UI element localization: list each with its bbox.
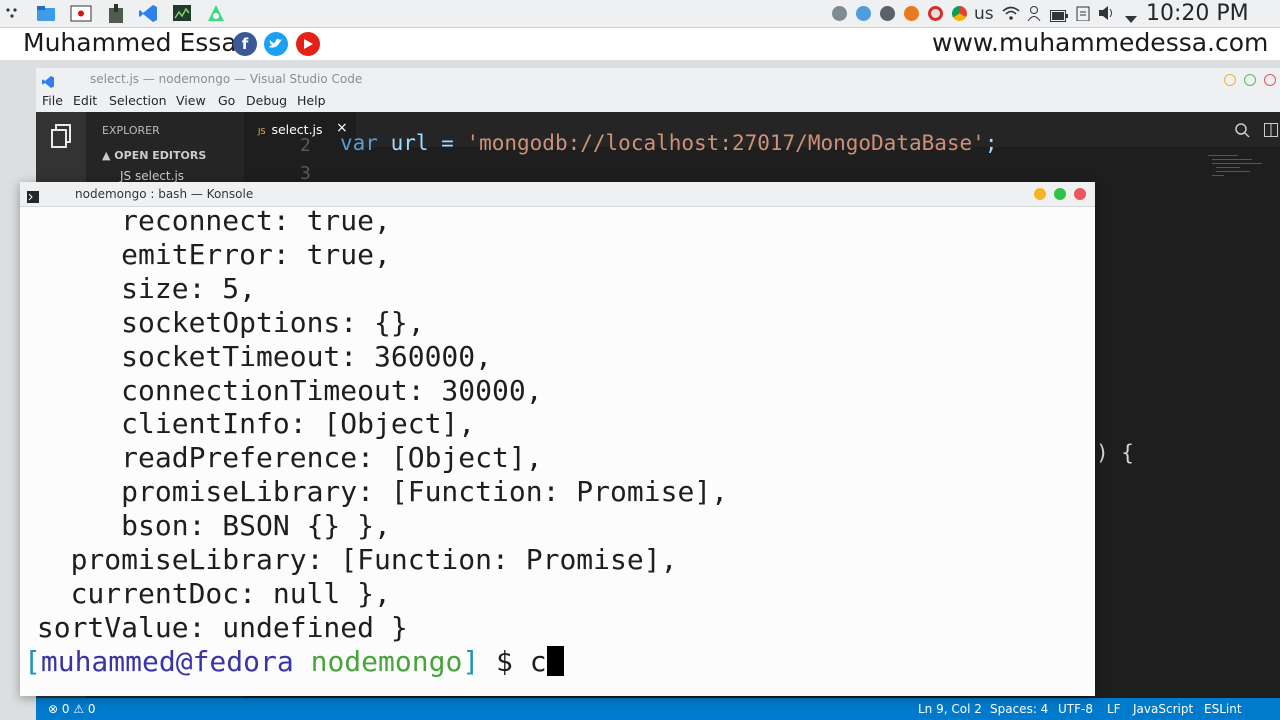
terminal-line: currentDoc: null }, <box>20 576 391 610</box>
prompt-directory: nodemongo <box>310 644 463 678</box>
konsole-window-title: nodemongo : bash — Konsole <box>75 187 254 201</box>
volume-icon[interactable] <box>1098 5 1116 25</box>
clock[interactable]: 10:20 PM <box>1146 1 1249 26</box>
explorer-files-icon[interactable] <box>50 124 72 152</box>
encoding-indicator[interactable]: UTF-8 <box>1058 702 1093 716</box>
chrome-tray-icon[interactable] <box>952 6 967 21</box>
screen-recorder-icon[interactable] <box>70 4 92 23</box>
prompt-user: muhammed@fedora <box>40 644 294 678</box>
menu-selection[interactable]: Selection <box>109 93 167 108</box>
konsole-window: nodemongo : bash — Konsole reconnect: tr… <box>20 182 1095 696</box>
menu-help[interactable]: Help <box>297 93 326 108</box>
terminal-line: connectionTimeout: 30000, <box>20 373 543 407</box>
cursor-position[interactable]: Ln 9, Col 2 <box>918 702 982 716</box>
website-url: www.muhammedessa.com <box>932 28 1269 57</box>
open-changes-icon[interactable] <box>1234 122 1250 142</box>
vscode-close-button[interactable] <box>1264 74 1276 86</box>
terminal-cursor <box>546 645 564 676</box>
vscode-launcher-icon[interactable] <box>138 4 158 23</box>
js-file-icon: JS <box>258 127 266 136</box>
menu-go[interactable]: Go <box>218 93 235 108</box>
sync-tray-icon[interactable] <box>856 6 871 21</box>
system-panel: us 10:20 PM <box>0 0 1280 28</box>
terminal-line: socketTimeout: 360000, <box>20 339 493 373</box>
language-indicator[interactable]: JavaScript <box>1133 702 1193 716</box>
menu-edit[interactable]: Edit <box>73 93 97 108</box>
youtube-icon <box>296 32 320 56</box>
terminal-line: sortValue: undefined } <box>20 610 408 644</box>
archive-icon[interactable] <box>106 4 126 23</box>
android-studio-icon[interactable] <box>206 4 226 23</box>
battery-icon[interactable] <box>1050 7 1068 26</box>
menu-debug[interactable]: Debug <box>246 93 287 108</box>
wifi-icon[interactable] <box>1002 5 1020 25</box>
file-manager-icon[interactable] <box>36 4 56 23</box>
explorer-heading: EXPLORER <box>102 124 160 137</box>
twitter-icon <box>264 32 288 56</box>
firefox-tray-icon[interactable] <box>904 6 919 21</box>
vscode-titlebar: select.js — nodemongo — Visual Studio Co… <box>36 68 1280 90</box>
problems-indicator[interactable]: ⊗ 0 ⚠ 0 <box>48 702 96 716</box>
terminal-line: emitError: true, <box>20 237 391 271</box>
update-tray-icon[interactable] <box>880 6 895 21</box>
status-bar: ⊗ 0 ⚠ 0 Ln 9, Col 2 Spaces: 4 UTF-8 LF J… <box>36 698 1280 720</box>
facebook-icon: f <box>233 32 257 56</box>
clipboard-icon[interactable] <box>1076 5 1090 25</box>
network-tray-icon[interactable] <box>832 6 847 21</box>
indentation-indicator[interactable]: Spaces: 4 <box>990 702 1048 716</box>
terminal-line: clientInfo: [Object], <box>20 407 476 441</box>
terminal-line: bson: BSON {} }, <box>20 509 391 543</box>
konsole-minimize-button[interactable] <box>1034 188 1046 200</box>
vscode-window-title: select.js — nodemongo — Visual Studio Co… <box>90 72 363 86</box>
user-switcher-icon[interactable] <box>1026 5 1042 25</box>
terminal-line: reconnect: true, <box>20 204 391 237</box>
record-tray-icon[interactable] <box>928 6 943 21</box>
tab-label: select.js <box>271 122 323 137</box>
vscode-menubar: File Edit Selection View Go Debug Help <box>36 90 1280 112</box>
typed-input: c <box>529 644 547 678</box>
terminal-line: promiseLibrary: [Function: Promise], <box>20 475 729 509</box>
terminal-line: size: 5, <box>20 271 257 305</box>
terminal-line: socketOptions: {}, <box>20 305 425 339</box>
code-line: ) { <box>1096 441 1134 465</box>
menu-view[interactable]: View <box>176 93 206 108</box>
konsole-maximize-button[interactable] <box>1054 188 1066 200</box>
terminal-line: promiseLibrary: [Function: Promise], <box>20 543 678 576</box>
vscode-maximize-button[interactable] <box>1244 74 1256 86</box>
code-line: var url = 'mongodb://localhost:27017/Mon… <box>340 131 998 155</box>
keyboard-layout-indicator[interactable]: us <box>974 4 994 24</box>
author-name: Muhammed Essa <box>23 28 237 57</box>
terminal-output[interactable]: reconnect: true, emitError: true, size: … <box>20 204 1095 696</box>
linter-indicator[interactable]: ESLint <box>1204 702 1242 716</box>
watermark-bar: Muhammed Essa f www.muhammedessa.com <box>0 28 1280 60</box>
line-number: 3 <box>300 163 311 184</box>
konsole-close-button[interactable] <box>1074 188 1086 200</box>
app-launcher-icon[interactable] <box>4 4 20 23</box>
terminal-line: readPreference: [Object], <box>20 441 543 475</box>
vscode-minimize-button[interactable] <box>1224 74 1236 86</box>
minimap[interactable] <box>1208 153 1268 193</box>
menu-file[interactable]: File <box>42 93 63 108</box>
split-editor-icon[interactable] <box>1264 122 1278 141</box>
open-editors-section[interactable]: ▲ OPEN EDITORS <box>102 149 206 162</box>
eol-indicator[interactable]: LF <box>1107 702 1121 716</box>
open-editor-item[interactable]: JS select.js <box>120 169 184 183</box>
shell-prompt[interactable]: [muhammed@fedora nodemongo] $ c <box>24 645 564 679</box>
system-monitor-icon[interactable] <box>172 4 192 23</box>
tray-expand-icon[interactable] <box>1125 9 1137 28</box>
line-number: 2 <box>300 135 311 156</box>
